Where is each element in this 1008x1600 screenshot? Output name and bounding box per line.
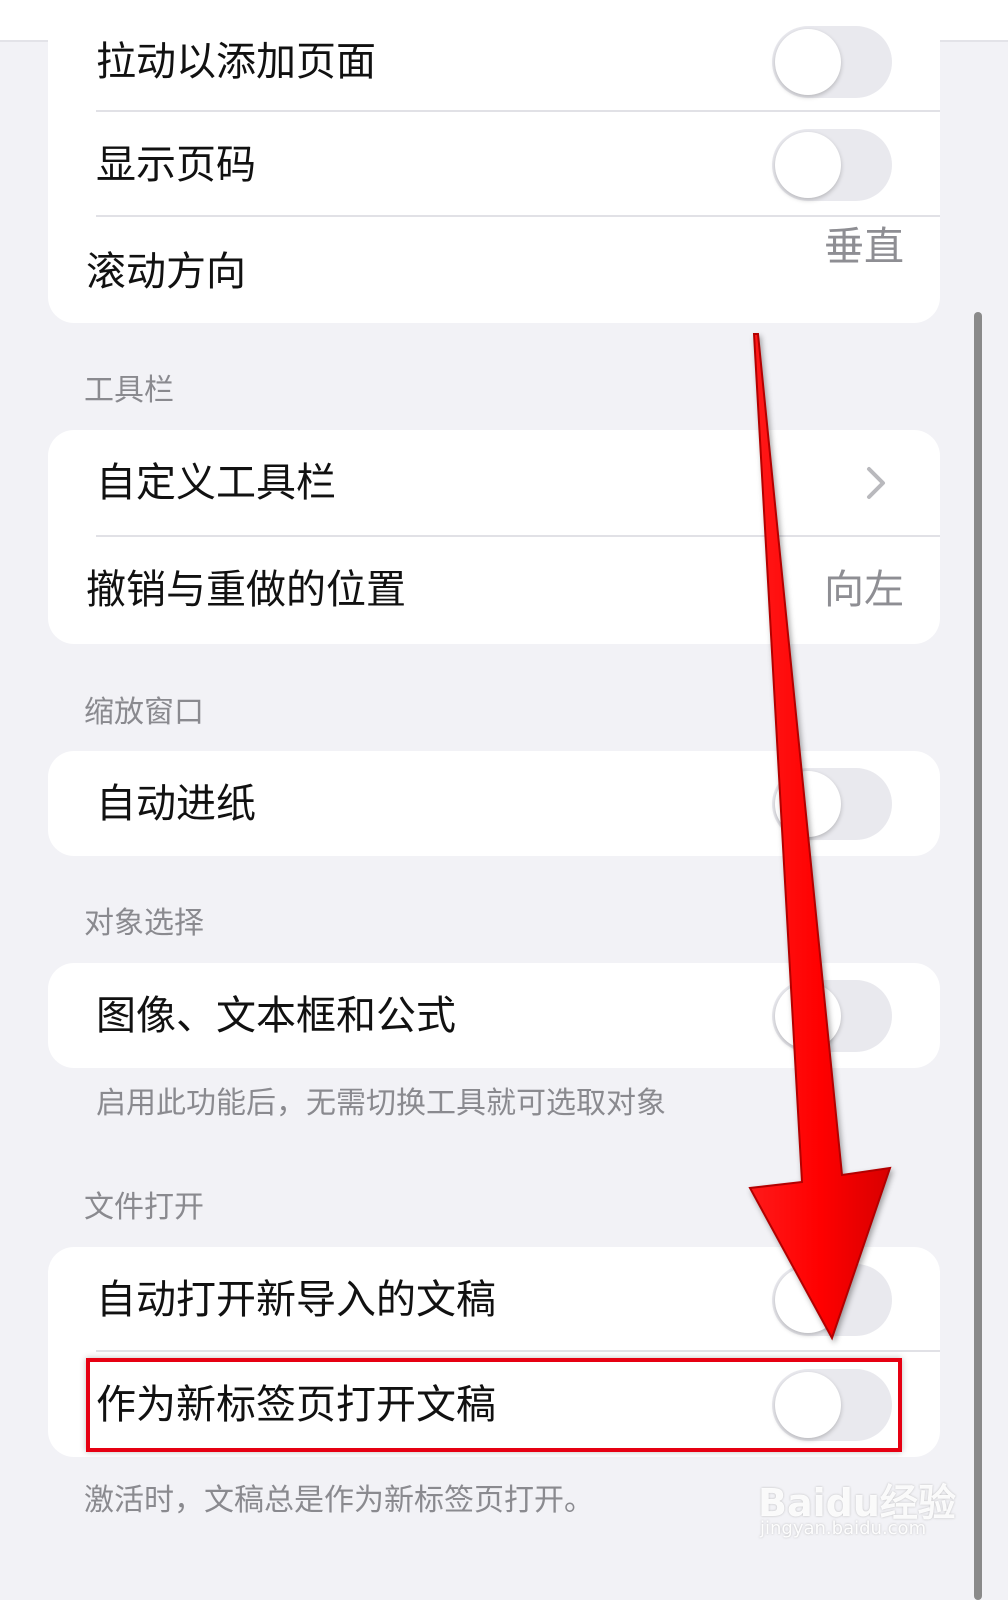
show-page-number-label: 显示页码 bbox=[96, 141, 256, 188]
scroll-direction-value: 垂直 bbox=[824, 224, 904, 270]
watermark-url: jingyan.baidu.com bbox=[760, 1518, 927, 1539]
toggle-knob bbox=[775, 29, 841, 95]
auto-advance-label: 自动进纸 bbox=[96, 780, 256, 827]
file-open-footnote: 激活时，文稿总是作为新标签页打开。 bbox=[84, 1483, 594, 1518]
show-page-number-toggle[interactable] bbox=[772, 128, 892, 201]
scrollbar[interactable] bbox=[974, 312, 982, 1600]
red-arrow-annotation bbox=[748, 333, 892, 1341]
baidu-jingyan-watermark: Baidu经验 jingyan.baidu.com bbox=[752, 1462, 956, 1552]
auto-open-imported-label: 自动打开新导入的文稿 bbox=[96, 1276, 496, 1323]
pull-to-add-page-toggle[interactable] bbox=[772, 26, 892, 98]
toolbar-section-header: 工具栏 bbox=[84, 373, 174, 408]
show-page-number-row[interactable]: 显示页码 bbox=[48, 112, 940, 217]
images-textboxes-formulas-label: 图像、文本框和公式 bbox=[96, 992, 456, 1039]
object-selection-section-header: 对象选择 bbox=[84, 906, 204, 941]
scroll-settings-group: 拉动以添加页面 显示页码 滚动方向 垂直 bbox=[48, 6, 940, 323]
object-selection-footnote: 启用此功能后，无需切换工具就可选取对象 bbox=[96, 1086, 666, 1121]
pull-to-add-page-label: 拉动以添加页面 bbox=[96, 39, 376, 85]
customize-toolbar-label: 自定义工具栏 bbox=[96, 459, 336, 506]
zoom-window-section-header: 缩放窗口 bbox=[84, 695, 204, 730]
undo-redo-position-label: 撤销与重做的位置 bbox=[86, 566, 406, 613]
pull-to-add-page-row[interactable]: 拉动以添加页面 bbox=[48, 6, 940, 111]
toggle-knob bbox=[775, 131, 841, 198]
scroll-direction-row[interactable]: 滚动方向 垂直 bbox=[48, 217, 940, 322]
file-open-section-header: 文件打开 bbox=[84, 1190, 204, 1225]
highlight-box bbox=[86, 1358, 902, 1452]
scroll-direction-label: 滚动方向 bbox=[86, 249, 246, 295]
